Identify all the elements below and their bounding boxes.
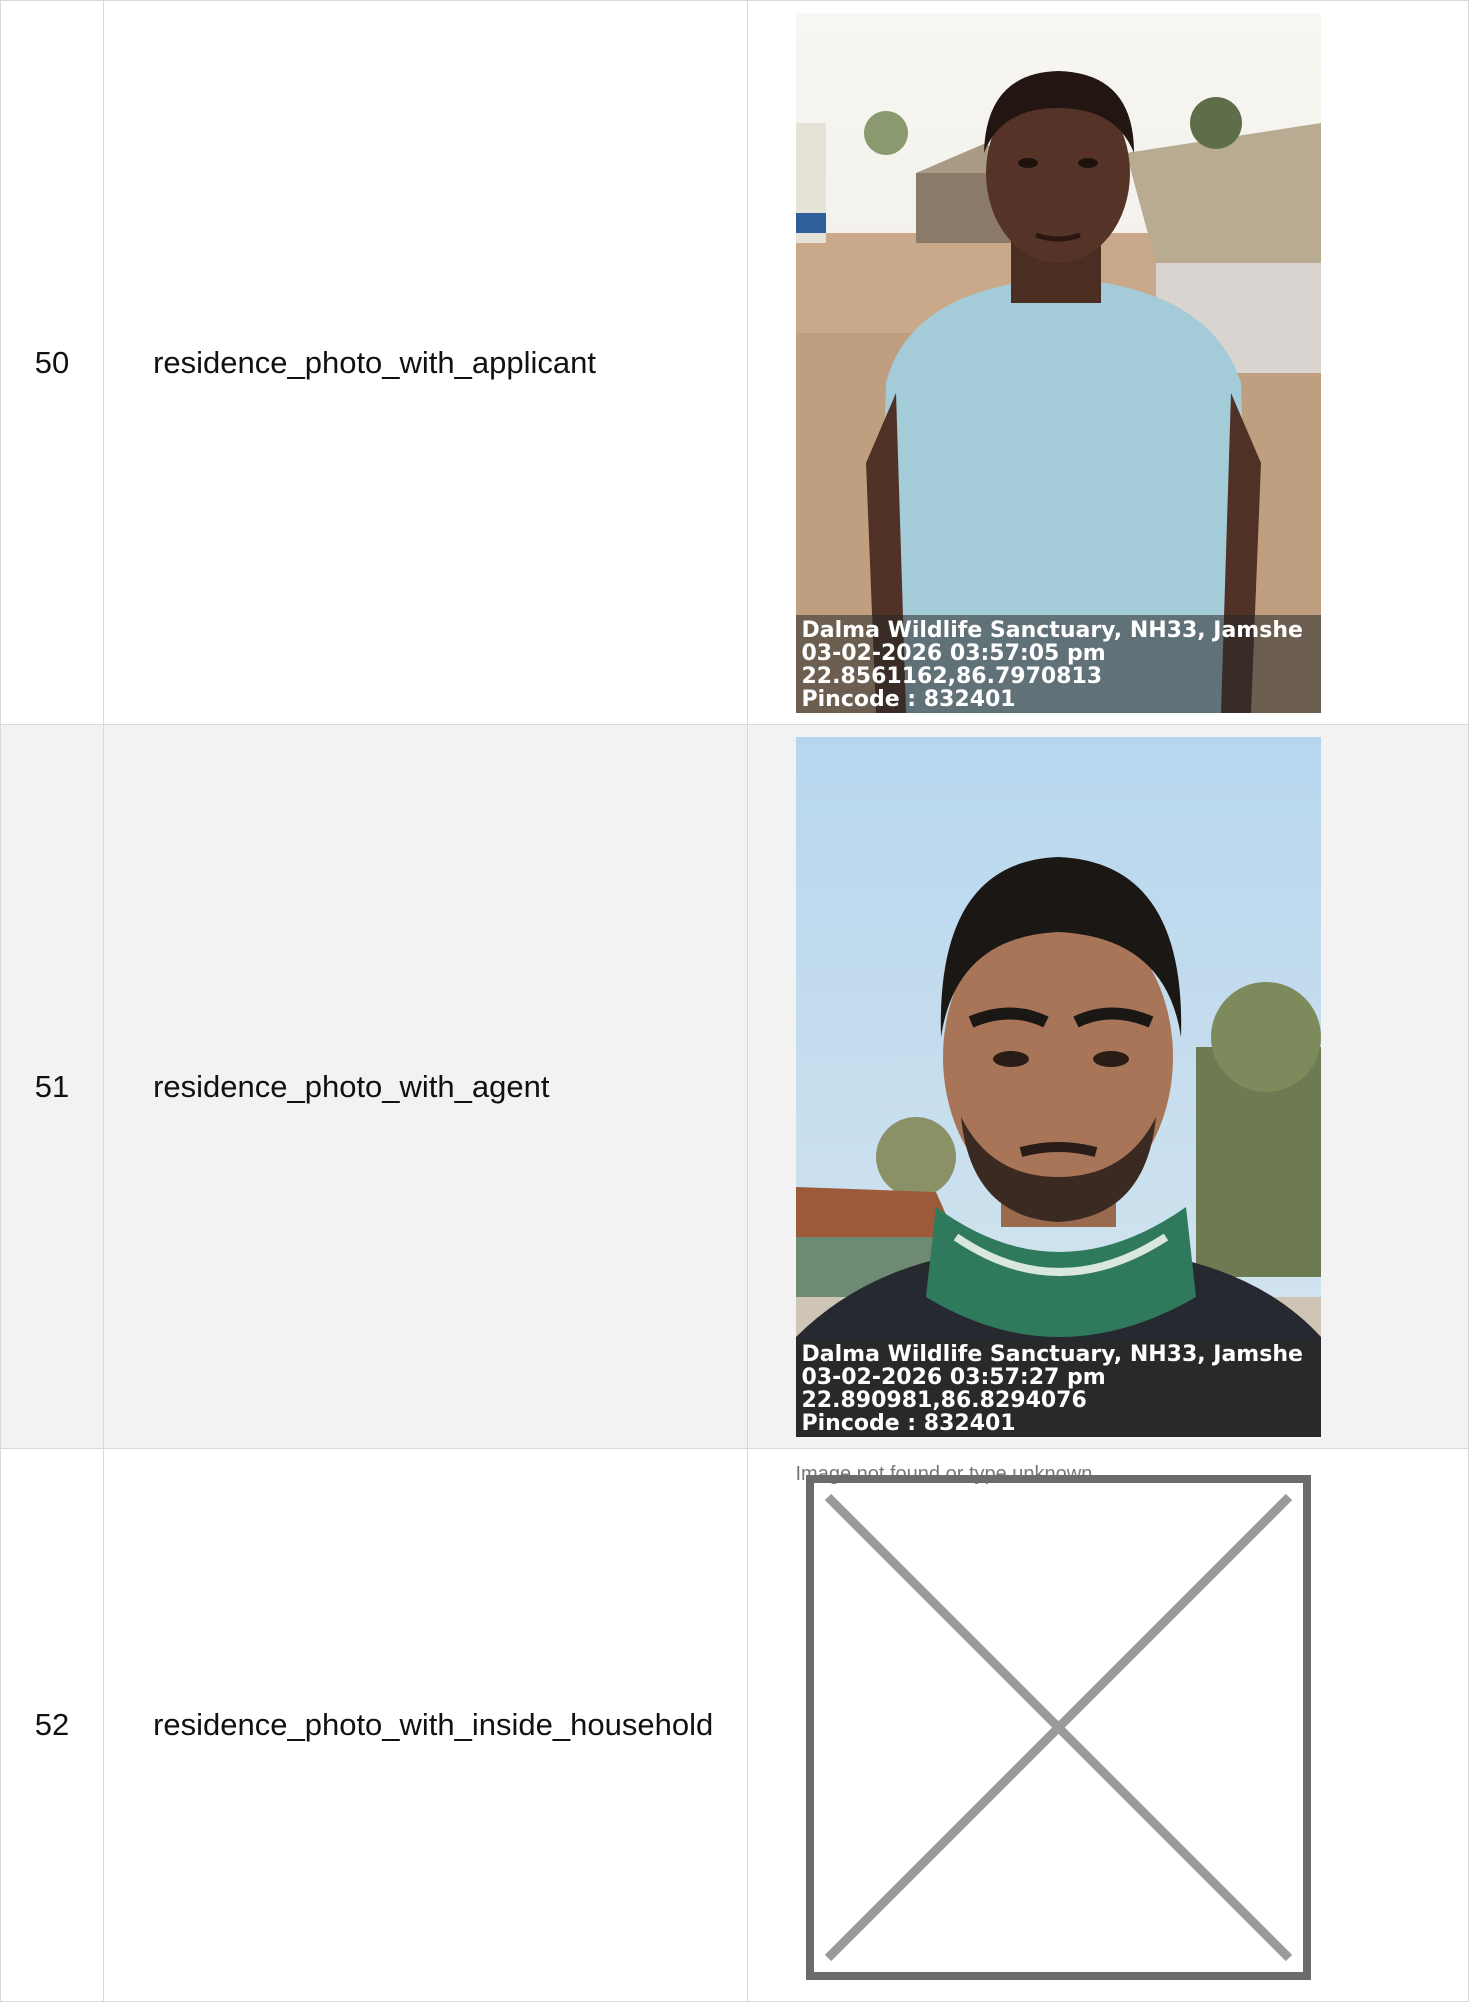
row-number: 50 xyxy=(0,0,105,725)
geotag-datetime: 03-02-2026 03:57:05 pm xyxy=(801,640,1106,666)
field-name: residence_photo_with_agent xyxy=(103,724,748,1449)
broken-image-icon xyxy=(805,1475,1311,1980)
agent-photo-illustration xyxy=(795,736,1321,1437)
geotag-location: Dalma Wildlife Sanctuary, NH33, Jamshe xyxy=(801,1341,1303,1367)
geotag-datetime: 03-02-2026 03:57:27 pm xyxy=(801,1364,1106,1390)
table-row: 52 residence_photo_with_inside_household… xyxy=(0,1448,1469,2002)
row-number: 52 xyxy=(0,1448,105,2002)
table-row: 50 residence_photo_with_applicant Dalma … xyxy=(0,0,1469,725)
table-row: 51 residence_photo_with_agent Dalma Wild… xyxy=(0,724,1469,1449)
photo-cell: Image not found or type unknown xyxy=(746,1448,1469,2002)
photo-geotag-overlay: Dalma Wildlife Sanctuary, NH33, Jamshe 0… xyxy=(795,1338,1321,1437)
field-name: residence_photo_with_applicant xyxy=(103,0,748,725)
photo-table: 50 residence_photo_with_applicant Dalma … xyxy=(0,0,1469,2002)
field-name: residence_photo_with_inside_household xyxy=(103,1448,748,2002)
agent-photo: Dalma Wildlife Sanctuary, NH33, Jamshe 0… xyxy=(795,736,1321,1437)
geotag-pincode: Pincode : 832401 xyxy=(801,1410,1016,1436)
geotag-coordinates: 22.890981,86.8294076 xyxy=(801,1387,1087,1413)
broken-image: Image not found or type unknown xyxy=(796,1449,1321,2001)
geotag-location: Dalma Wildlife Sanctuary, NH33, Jamshe xyxy=(801,617,1303,643)
geotag-pincode: Pincode : 832401 xyxy=(801,686,1016,712)
photo-geotag-overlay: Dalma Wildlife Sanctuary, NH33, Jamshe 0… xyxy=(795,614,1321,713)
applicant-photo: Dalma Wildlife Sanctuary, NH33, Jamshe 0… xyxy=(795,12,1321,713)
photo-cell: Dalma Wildlife Sanctuary, NH33, Jamshe 0… xyxy=(746,0,1469,725)
photo-cell: Dalma Wildlife Sanctuary, NH33, Jamshe 0… xyxy=(746,724,1469,1449)
geotag-coordinates: 22.8561162,86.7970813 xyxy=(801,663,1103,689)
applicant-photo-illustration xyxy=(795,12,1321,713)
row-number: 51 xyxy=(0,724,105,1449)
